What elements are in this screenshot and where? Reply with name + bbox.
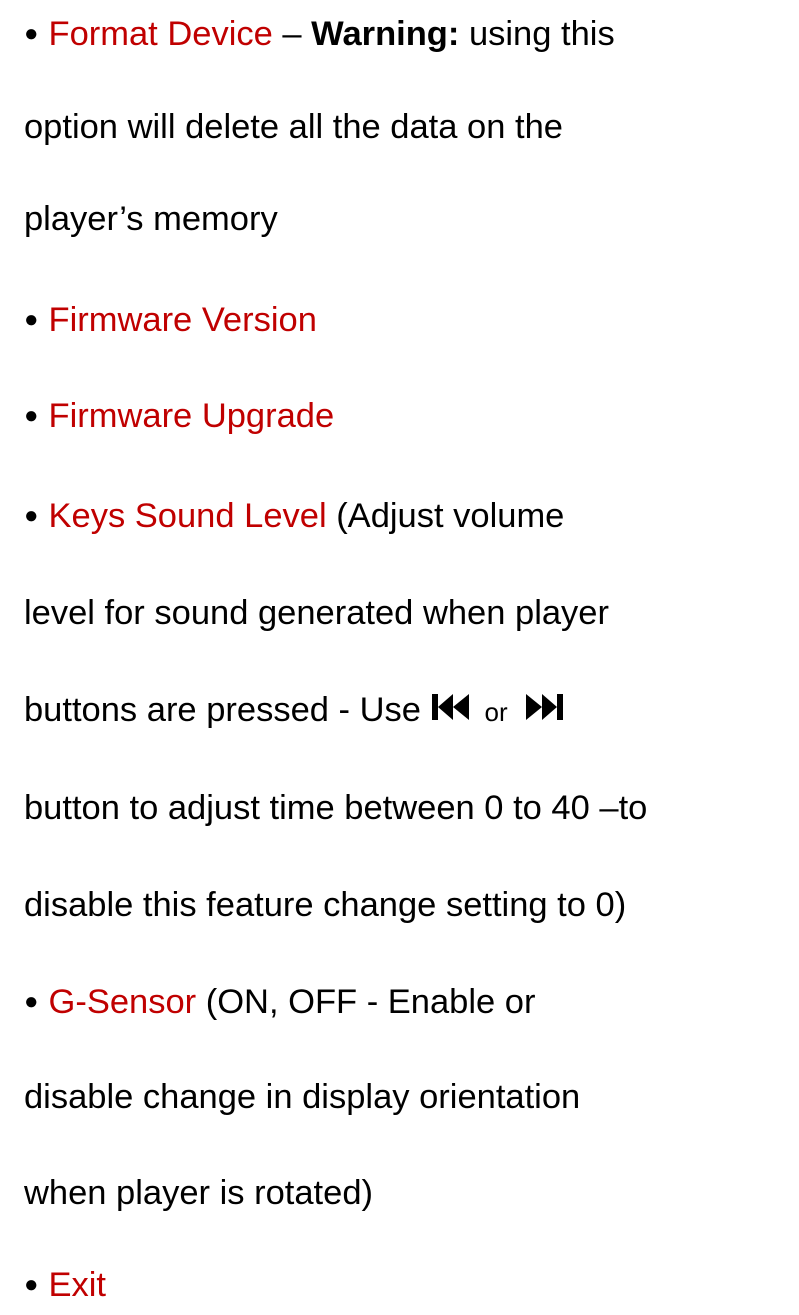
menu-item-format-device: Format Device <box>48 15 273 53</box>
next-track-icon <box>524 692 564 722</box>
keys-sound-level-text: buttons are pressed - Use <box>24 691 431 729</box>
dash: – <box>272 15 312 53</box>
menu-item-g-sensor: G-Sensor <box>48 983 197 1021</box>
bullet: ● <box>24 402 39 429</box>
bullet: ● <box>24 502 39 529</box>
g-sensor-line-1: ● G-Sensor (ON, OFF - Enable or <box>24 972 535 1032</box>
keys-sound-level-line-5: disable this feature change setting to 0… <box>24 886 627 924</box>
g-sensor-line-2: disable change in display orientation <box>24 1078 581 1116</box>
or-text: or <box>484 697 508 727</box>
format-device-line-1: ● Format Device – Warning: using this <box>24 4 615 64</box>
g-sensor-text: (ON, OFF - Enable or <box>196 983 536 1021</box>
previous-track-icon <box>431 692 471 722</box>
bullet: ● <box>24 306 39 333</box>
bullet: ● <box>24 988 39 1015</box>
keys-sound-level-line-2: level for sound generated when player <box>24 594 609 632</box>
firmware-upgrade-line: ● Firmware Upgrade <box>24 386 334 446</box>
firmware-version-line: ● Firmware Version <box>24 290 317 350</box>
menu-item-keys-sound-level: Keys Sound Level <box>48 497 327 535</box>
keys-sound-level-line-3: buttons are pressed - Use or <box>24 680 564 740</box>
warning-label: Warning: <box>311 15 460 53</box>
format-device-line-2: option will delete all the data on the <box>24 108 563 146</box>
keys-sound-level-line-4: button to adjust time between 0 to 40 –t… <box>24 789 648 827</box>
menu-item-firmware-upgrade: Firmware Upgrade <box>48 397 335 435</box>
format-device-line-3: player’s memory <box>24 200 278 238</box>
format-device-text: using this <box>459 15 615 53</box>
keys-sound-level-text: (Adjust volume <box>326 497 565 535</box>
menu-item-exit: Exit <box>48 1266 107 1304</box>
menu-item-firmware-version: Firmware Version <box>48 301 317 339</box>
keys-sound-level-line-1: ● Keys Sound Level (Adjust volume <box>24 486 564 546</box>
bullet: ● <box>24 20 39 47</box>
bullet: ● <box>24 1271 39 1298</box>
exit-line: ● Exit <box>24 1255 106 1315</box>
g-sensor-line-3: when player is rotated) <box>24 1174 374 1212</box>
